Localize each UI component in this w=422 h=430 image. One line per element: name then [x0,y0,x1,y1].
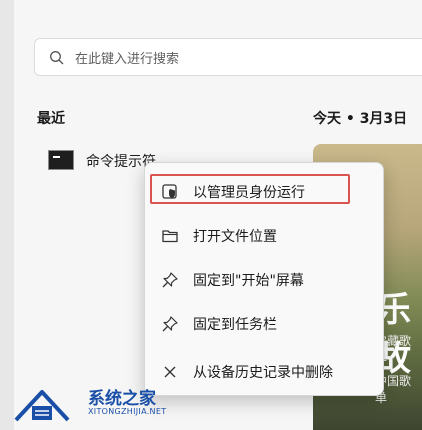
logo-url: XITONGZHIJIA.NET [88,407,167,416]
menu-item-label: 固定到"开始"屏幕 [193,273,304,289]
menu-item-label: 固定到任务栏 [193,317,277,333]
search-box[interactable]: 在此键入进行搜索 [34,38,422,76]
menu-item-remove-history[interactable]: 从设备历史记录中删除 [145,353,383,389]
terminal-icon [48,150,74,170]
folder-icon [161,227,179,245]
today-date: 今天 • 3月3日 [313,111,408,127]
recent-heading: 最近 [37,111,65,127]
logo-icon [12,386,72,424]
admin-shield-icon [161,183,179,201]
menu-item-pin-start[interactable]: 固定到"开始"屏幕 [145,261,383,297]
close-icon [161,363,179,381]
search-placeholder: 在此键入进行搜索 [75,52,180,67]
menu-item-label: 打开文件位置 [193,229,277,245]
context-menu: 以管理员身份运行 打开文件位置 固定到"开始"屏幕 固定到任务栏 从设备历史记录… [144,162,384,396]
menu-item-label: 以管理员身份运行 [193,185,305,201]
menu-item-run-as-admin[interactable]: 以管理员身份运行 [145,173,383,209]
window-edge [0,0,14,430]
menu-item-open-location[interactable]: 打开文件位置 [145,217,383,253]
search-icon [49,50,65,66]
watermark-logo: 系统之家 XITONGZHIJIA.NET [12,384,166,426]
logo-name: 系统之家 [88,389,156,409]
pin-icon [161,315,179,333]
menu-item-pin-taskbar[interactable]: 固定到任务栏 [145,305,383,341]
pin-icon [161,271,179,289]
menu-item-label: 从设备历史记录中删除 [193,365,333,381]
